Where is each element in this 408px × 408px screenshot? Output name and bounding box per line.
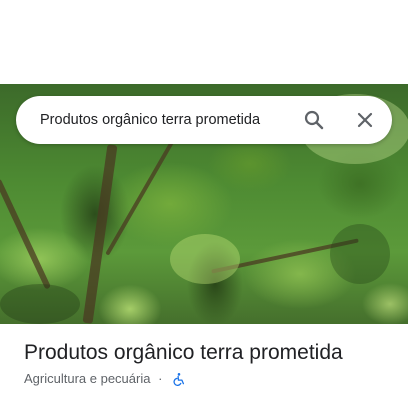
foliage: [0, 284, 80, 324]
top-blank-area: [0, 0, 408, 84]
search-icon[interactable]: [302, 108, 326, 132]
branch: [0, 178, 52, 290]
place-title: Produtos orgânico terra prometida: [24, 341, 343, 364]
foliage: [330, 224, 390, 284]
separator-dot: ·: [158, 370, 163, 386]
branch: [82, 144, 118, 324]
foliage: [170, 234, 240, 284]
place-meta: Agricultura e pecuária ·: [24, 370, 186, 386]
wheelchair-accessible-icon: [172, 372, 186, 386]
close-icon[interactable]: [353, 108, 377, 132]
search-bar[interactable]: Produtos orgânico terra prometida: [16, 96, 392, 144]
place-category: Agricultura e pecuária: [24, 370, 151, 386]
search-input[interactable]: Produtos orgânico terra prometida: [40, 96, 292, 144]
